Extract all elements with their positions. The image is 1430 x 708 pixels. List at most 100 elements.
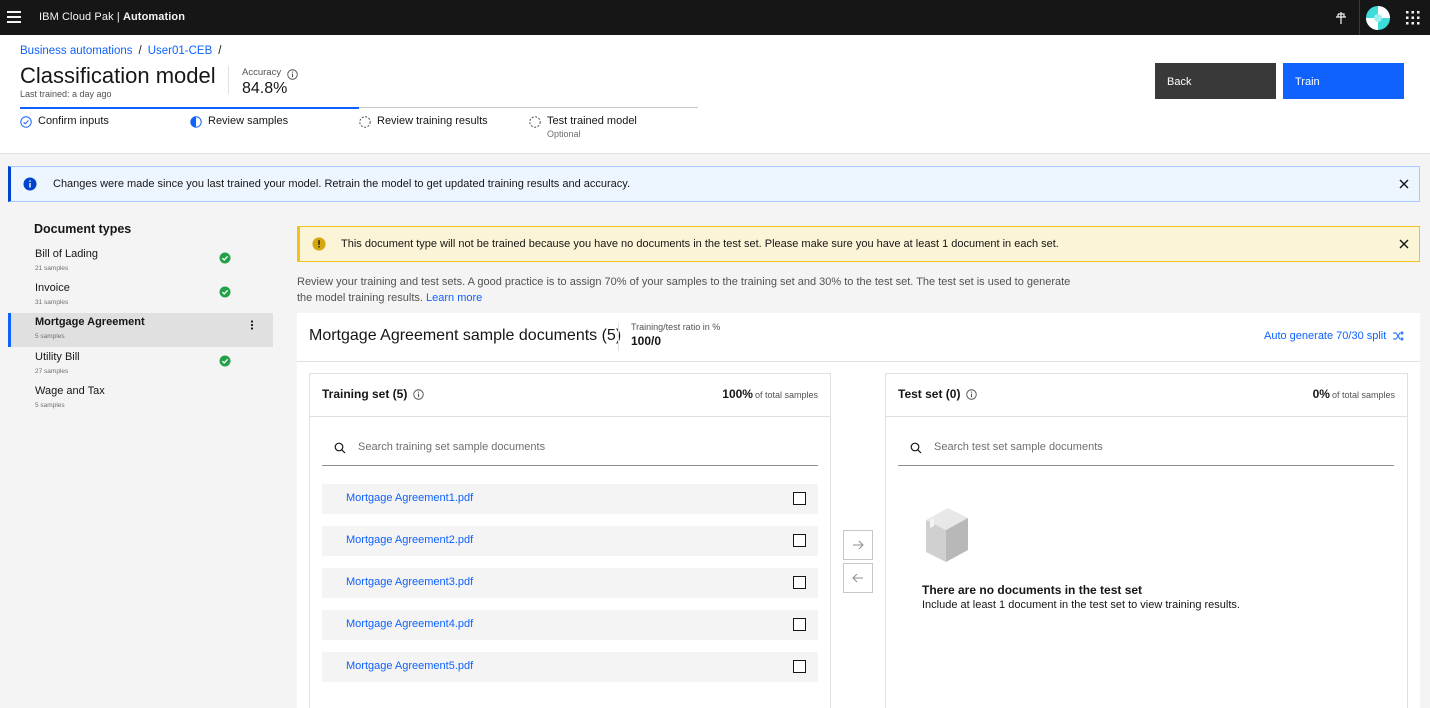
topbar-divider <box>1359 0 1360 35</box>
brand-prefix: IBM Cloud Pak | <box>39 11 123 23</box>
training-set-title: Training set (5) <box>322 387 408 401</box>
info-notification: Changes were made since you last trained… <box>8 166 1420 202</box>
file-checkbox[interactable] <box>793 492 806 505</box>
move-to-test-button[interactable] <box>843 530 873 560</box>
step-review-training-results[interactable]: Review training results <box>359 115 488 128</box>
checkmark-filled-icon <box>219 355 231 367</box>
document-types-title: Document types <box>34 222 132 236</box>
ratio-divider <box>618 323 619 351</box>
doc-type-utility-bill[interactable]: Utility Bill 27 samples <box>8 348 273 382</box>
percent-value: 0% <box>1312 387 1330 401</box>
empty-state-title: There are no documents in the test set <box>922 583 1143 597</box>
close-icon[interactable] <box>1398 178 1410 190</box>
page-header: Business automations / User01-CEB / Classif… <box>0 35 1430 154</box>
file-row: Mortgage Agreement2.pdf <box>322 526 818 556</box>
file-link[interactable]: Mortgage Agreement4.pdf <box>346 618 473 630</box>
avatar[interactable] <box>1364 0 1391 35</box>
file-checkbox[interactable] <box>793 660 806 673</box>
sample-documents-panel: Mortgage Agreement sample documents (5) … <box>297 313 1420 708</box>
accuracy-value: 84.8% <box>242 80 288 97</box>
breadcrumb: Business automations / User01-CEB / <box>20 45 227 57</box>
ratio-label: Training/test ratio in % <box>631 322 721 332</box>
doc-type-count: 5 samples <box>35 333 65 340</box>
last-trained-text: Last trained: a day ago <box>20 89 112 99</box>
move-to-training-button[interactable] <box>843 563 873 593</box>
file-checkbox[interactable] <box>793 618 806 631</box>
step-label: Review training results <box>377 115 488 127</box>
training-set-percent: 100% of total samples <box>722 387 818 401</box>
arrow-left-icon <box>852 573 863 583</box>
file-row: Mortgage Agreement3.pdf <box>322 568 818 598</box>
info-filled-icon <box>23 177 37 191</box>
file-checkbox[interactable] <box>793 576 806 589</box>
file-row: Mortgage Agreement5.pdf <box>322 652 818 682</box>
notification-text: Changes were made since you last trained… <box>53 178 631 190</box>
file-checkbox[interactable] <box>793 534 806 547</box>
search-placeholder: Search training set sample documents <box>358 441 546 453</box>
doc-type-name: Invoice <box>35 282 70 294</box>
doc-type-name: Mortgage Agreement <box>35 316 145 328</box>
file-link[interactable]: Mortgage Agreement2.pdf <box>346 534 473 546</box>
training-search-input[interactable]: Search training set sample documents <box>322 430 818 466</box>
test-set-card: Test set (0) 0% of total samples Search t… <box>885 373 1408 708</box>
menu-icon[interactable] <box>7 11 21 23</box>
info-icon[interactable] <box>966 388 978 400</box>
close-icon[interactable] <box>1398 238 1410 250</box>
test-set-header: Test set (0) <box>898 387 978 401</box>
description-body: Review your training and test sets. A go… <box>297 276 1071 304</box>
brand-name[interactable]: IBM Cloud Pak | Automation <box>39 11 185 23</box>
percent-suffix: of total samples <box>754 390 818 400</box>
warning-notification: This document type will not be trained b… <box>297 226 1420 262</box>
percent-value: 100% <box>722 387 753 401</box>
brand-product: Automation <box>122 11 186 23</box>
doc-type-name: Utility Bill <box>35 351 80 363</box>
step-incomplete-icon <box>529 116 541 128</box>
auto-generate-label: Auto generate 70/30 split <box>1264 330 1387 342</box>
doc-type-count: 31 samples <box>35 299 69 306</box>
step-label: Test trained model <box>547 115 637 127</box>
app-switcher-icon[interactable] <box>1404 0 1422 35</box>
step-current-icon <box>190 116 202 128</box>
info-icon[interactable] <box>413 388 425 400</box>
search-placeholder: Search test set sample documents <box>934 441 1103 453</box>
breadcrumb-separator: / <box>218 45 222 57</box>
doc-type-mortgage-agreement[interactable]: Mortgage Agreement 5 samples <box>8 313 273 347</box>
ratio-value: 100/0 <box>631 334 662 348</box>
auto-generate-split-link[interactable]: Auto generate 70/30 split <box>1264 330 1405 342</box>
step-test-trained-model[interactable]: Test trained model Optional <box>529 115 637 139</box>
breadcrumb-separator: / <box>138 45 142 57</box>
pin-icon[interactable] <box>1329 0 1353 35</box>
doc-type-name: Wage and Tax <box>35 385 105 397</box>
breadcrumb-business-automations[interactable]: Business automations <box>20 45 133 57</box>
description-text: Review your training and test sets. A go… <box>297 275 1087 306</box>
breadcrumb-user01-ceb[interactable]: User01-CEB <box>148 45 213 57</box>
file-row: Mortgage Agreement1.pdf <box>322 484 818 514</box>
file-link[interactable]: Mortgage Agreement3.pdf <box>346 576 473 588</box>
panel-title: Mortgage Agreement sample documents (5) <box>309 327 622 344</box>
step-confirm-inputs[interactable]: Confirm inputs <box>20 115 109 128</box>
file-link[interactable]: Mortgage Agreement5.pdf <box>346 660 473 672</box>
info-icon[interactable] <box>287 67 298 85</box>
doc-type-count: 21 samples <box>35 265 69 272</box>
top-navigation-bar: IBM Cloud Pak | Automation <box>0 0 1430 35</box>
step-review-samples[interactable]: Review samples <box>190 115 288 128</box>
train-button[interactable]: Train <box>1283 63 1404 99</box>
checkmark-filled-icon <box>219 286 231 298</box>
doc-type-bill-of-lading[interactable]: Bill of Lading 21 samples <box>8 245 273 279</box>
test-search-input[interactable]: Search test set sample documents <box>898 430 1394 466</box>
shuffle-icon <box>1393 331 1405 341</box>
progress-fill <box>20 107 359 109</box>
set-divider <box>886 416 1407 417</box>
doc-type-wage-and-tax[interactable]: Wage and Tax 5 samples <box>8 382 273 416</box>
overflow-menu-icon[interactable] <box>247 319 257 331</box>
panel-divider <box>297 361 1420 362</box>
step-label: Confirm inputs <box>38 115 109 127</box>
search-icon <box>334 442 346 454</box>
back-button[interactable]: Back <box>1155 63 1276 99</box>
learn-more-link[interactable]: Learn more <box>426 292 482 304</box>
file-link[interactable]: Mortgage Agreement1.pdf <box>346 492 473 504</box>
step-label: Review samples <box>208 115 289 127</box>
warning-filled-icon <box>312 237 326 251</box>
checkmark-filled-icon <box>219 252 231 264</box>
doc-type-invoice[interactable]: Invoice 31 samples <box>8 279 273 313</box>
